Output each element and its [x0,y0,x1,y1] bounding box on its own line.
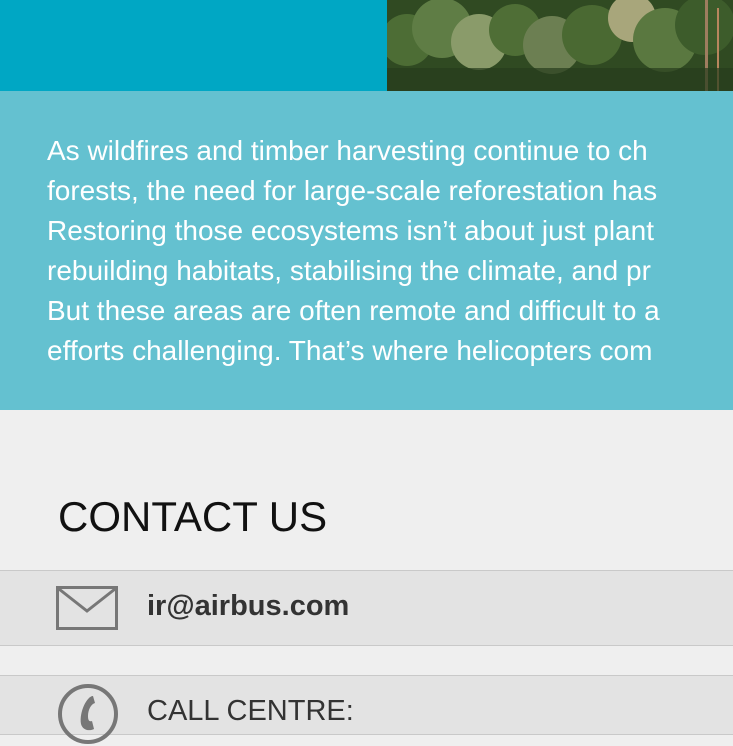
email-contact-row[interactable]: ir@airbus.com [0,570,733,646]
contact-us-title: CONTACT US [58,493,328,540]
article-section: As wildfires and timber harvesting conti… [0,91,733,410]
article-line: As wildfires and timber harvesting conti… [47,135,648,166]
call-centre-label: CALL CENTRE: [147,695,354,727]
article-line: forests, the need for large-scale refore… [47,175,658,206]
email-address-link[interactable]: ir@airbus.com [147,590,349,623]
envelope-icon [56,586,118,630]
article-line: Restoring those ecosystems isn’t about j… [47,215,654,246]
article-line: But these areas are often remote and dif… [47,295,660,326]
forest-photo-graphic [387,0,733,91]
forest-photo [387,0,733,91]
article-line: efforts challenging. That’s where helico… [47,335,653,366]
article-paragraph: As wildfires and timber harvesting conti… [47,131,733,371]
phone-icon [58,684,118,744]
call-centre-row[interactable]: CALL CENTRE: [0,675,733,744]
article-line: rebuilding habitats, stabilising the cli… [47,255,651,286]
